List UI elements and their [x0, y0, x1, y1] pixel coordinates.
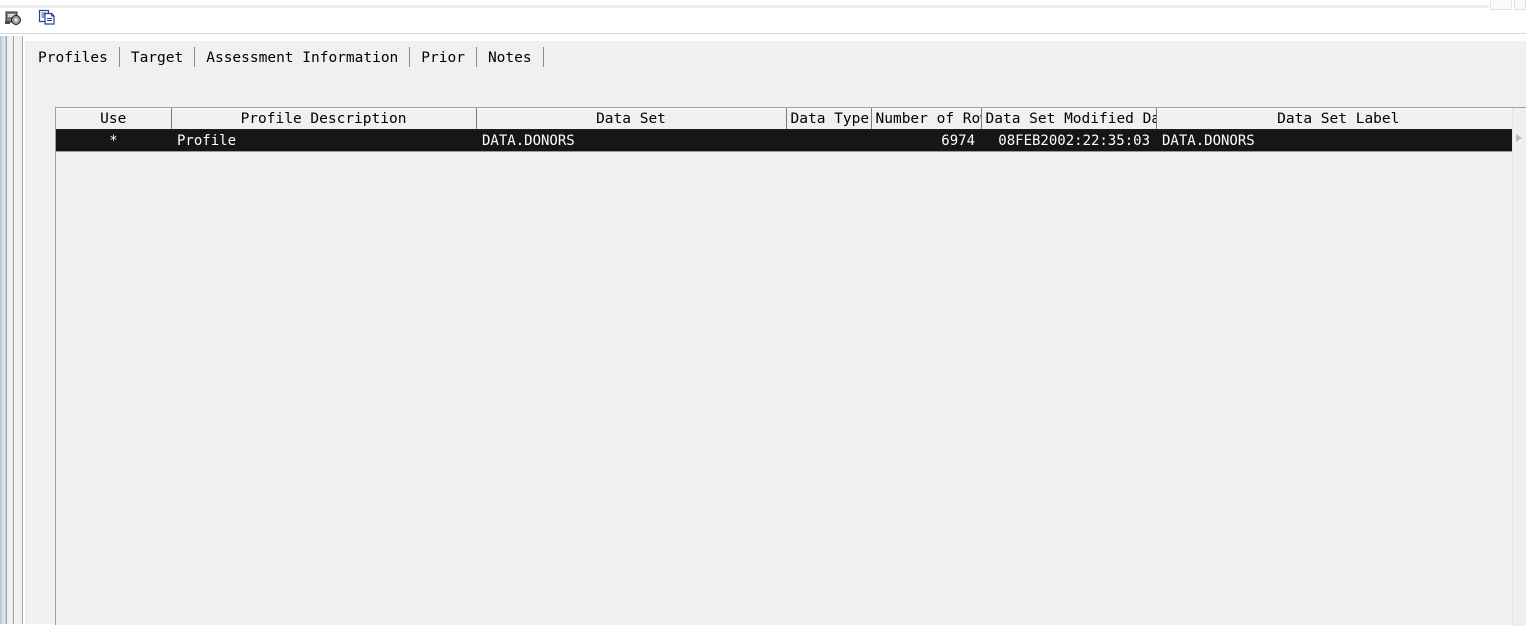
- tab-strip: Profiles Target Assessment Information P…: [25, 45, 544, 71]
- cell-data-type[interactable]: [786, 129, 871, 152]
- table-row[interactable]: * Profile DATA.DONORS 6974 08FEB2002:22:…: [56, 129, 1520, 152]
- cell-data-set[interactable]: DATA.DONORS: [476, 129, 786, 152]
- cell-profile-description[interactable]: Profile: [171, 129, 476, 152]
- tab-notes-label: Notes: [487, 49, 532, 66]
- tab-profiles-label: Profiles: [38, 49, 108, 66]
- profiles-table: Use Profile Description Data Set Data Ty…: [56, 108, 1520, 152]
- window-left-gap-inner: [15, 36, 23, 624]
- tab-assessment-information[interactable]: Assessment Information: [195, 45, 409, 71]
- run-button[interactable]: [2, 6, 24, 28]
- column-header-profile-description[interactable]: Profile Description: [171, 108, 477, 130]
- column-header-use[interactable]: Use: [56, 108, 172, 130]
- tab-assessment-information-label: Assessment Information: [206, 49, 399, 66]
- copy-button[interactable]: [36, 6, 58, 28]
- cell-data-set-label[interactable]: DATA.DONORS: [1156, 129, 1520, 152]
- copy-icon: [37, 7, 57, 27]
- application-window: Profiles Target Assessment Information P…: [0, 0, 1526, 626]
- window-controls: [1488, 0, 1526, 11]
- restore-button[interactable]: [1490, 0, 1512, 10]
- tab-profiles[interactable]: Profiles: [27, 45, 119, 71]
- column-header-data-type[interactable]: Data Type: [786, 108, 872, 130]
- tab-notes[interactable]: Notes: [477, 45, 543, 71]
- profiles-panel: Profiles Target Assessment Information P…: [24, 40, 1526, 626]
- toolbar: [0, 0, 1526, 34]
- column-header-data-set-label[interactable]: Data Set Label: [1156, 108, 1520, 130]
- horizontal-scroll-track[interactable]: [1512, 108, 1526, 626]
- window-left-gap: [9, 36, 14, 624]
- titlebar-divider: [0, 5, 1489, 8]
- profiles-grid: Use Profile Description Data Set Data Ty…: [56, 108, 1526, 625]
- run-icon: [3, 7, 23, 27]
- tab-target[interactable]: Target: [120, 45, 194, 71]
- cell-data-set-modified-date[interactable]: 08FEB2002:22:35:03: [981, 129, 1156, 152]
- close-button[interactable]: [1514, 0, 1526, 10]
- tab-target-label: Target: [130, 49, 184, 66]
- tab-prior[interactable]: Prior: [410, 45, 476, 71]
- grid-empty-area[interactable]: [56, 152, 1520, 625]
- column-header-number-of-rows[interactable]: Number of Rows: [871, 108, 982, 130]
- profiles-grid-container: Use Profile Description Data Set Data Ty…: [55, 107, 1526, 626]
- toolbar-buttons: [0, 6, 58, 28]
- table-header-row: Use Profile Description Data Set Data Ty…: [56, 108, 1520, 130]
- column-header-data-set[interactable]: Data Set: [476, 108, 787, 130]
- cell-use[interactable]: *: [56, 129, 171, 152]
- scroll-right-arrow-icon[interactable]: [1516, 134, 1522, 142]
- cell-number-of-rows[interactable]: 6974: [871, 129, 981, 152]
- window-left-rail: [0, 36, 9, 624]
- tab-prior-label: Prior: [421, 49, 465, 66]
- column-header-data-set-modified-date[interactable]: Data Set Modified Date: [981, 108, 1157, 130]
- tab-separator: [542, 47, 544, 67]
